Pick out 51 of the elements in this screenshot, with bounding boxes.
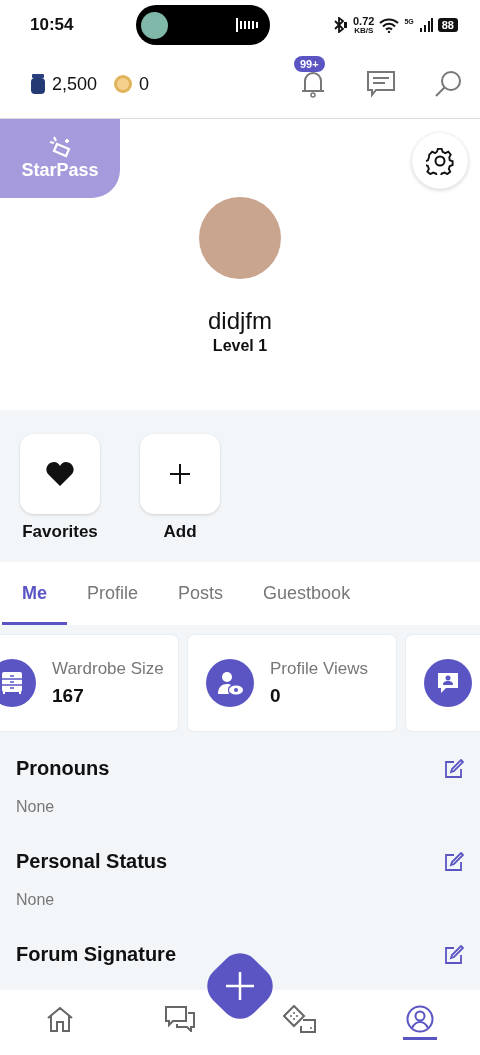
profile-tab[interactable]: Posts — [158, 565, 244, 625]
clock-time: 10:54 — [30, 15, 74, 35]
stat-value: 167 — [52, 685, 85, 707]
gem-balance: 2,500 — [52, 73, 98, 95]
signal-icon — [418, 18, 433, 32]
nav-tab[interactable] — [403, 1005, 437, 1040]
chat-person-icon — [435, 670, 461, 696]
battery-level: 88 — [437, 18, 458, 32]
field-value: None — [16, 891, 56, 909]
network-speed: 0.72 — [353, 15, 375, 27]
user-level: Level 1 — [212, 337, 268, 355]
settings-icon — [426, 147, 454, 175]
heart-icon — [46, 461, 74, 487]
coin-icon — [113, 74, 134, 94]
notification-badge: 99+ — [294, 56, 325, 72]
profile-tab[interactable]: Me — [2, 565, 67, 625]
speed-unit: KB/S — [354, 26, 374, 35]
profile-tab[interactable]: Profile — [67, 565, 159, 625]
person-eye-icon — [216, 669, 244, 697]
bluetooth-icon — [332, 17, 348, 33]
edit-icon[interactable] — [444, 851, 464, 872]
field-label: Forum Signature — [16, 943, 176, 966]
plus-icon — [224, 970, 256, 1002]
shortcut-button[interactable] — [20, 434, 100, 514]
search-icon[interactable] — [434, 70, 462, 98]
stat-value: 0 — [270, 685, 282, 707]
profile-icon — [406, 1005, 434, 1033]
sparkle-icon — [47, 136, 73, 158]
wifi-icon — [379, 17, 400, 33]
edit-icon[interactable] — [444, 758, 464, 779]
starpass-button[interactable]: StarPass — [0, 119, 120, 198]
dice-icon — [283, 1005, 317, 1033]
shortcut-label: Favorites — [22, 522, 98, 542]
field-label: Personal Status — [16, 850, 168, 873]
media-thumbnail — [140, 11, 168, 39]
plus-icon — [169, 463, 191, 485]
message-icon[interactable] — [366, 70, 396, 98]
jar-icon — [30, 73, 46, 95]
stat-label: Profile Views — [270, 659, 368, 679]
field-label: Pronouns — [16, 757, 110, 780]
shortcut-label: Add — [163, 522, 197, 542]
coin-balance: 0 — [139, 73, 150, 95]
audio-wave-icon — [235, 18, 258, 32]
settings-button[interactable] — [412, 133, 468, 189]
profile-tab[interactable]: Guestbook — [243, 565, 371, 625]
field-value: None — [16, 798, 56, 816]
chat-bubbles-icon — [165, 1006, 195, 1032]
username: didjfm — [208, 307, 272, 335]
edit-icon[interactable] — [444, 944, 464, 965]
stat-label: Wardrobe Size — [52, 659, 164, 679]
home-icon — [46, 1006, 74, 1032]
